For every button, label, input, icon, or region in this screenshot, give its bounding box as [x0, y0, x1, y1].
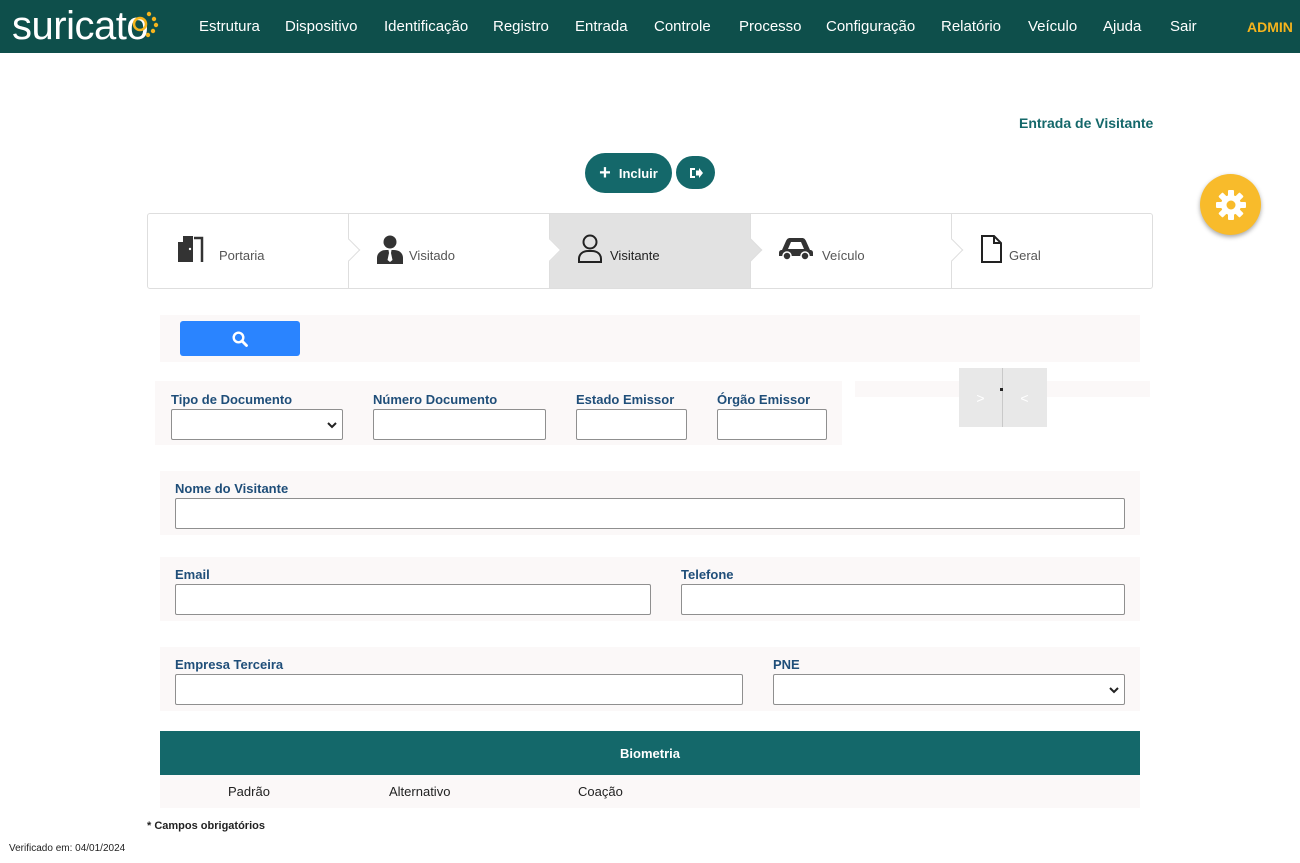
step-visitante[interactable]: Visitante [550, 214, 751, 288]
gear-icon [1215, 189, 1246, 220]
file-icon [981, 235, 1002, 263]
biometria-header: Biometria [160, 731, 1140, 775]
biometria-coacao[interactable]: Coação [578, 784, 623, 799]
next-button[interactable]: > [959, 368, 1002, 427]
wizard-steps: Portaria Visitado Visitante Veículo Gera… [147, 213, 1153, 289]
pne-label: PNE [773, 657, 800, 672]
step-veiculo[interactable]: Veículo [751, 214, 952, 288]
menu-relatorio[interactable]: Relatório [941, 18, 1001, 36]
tipo-documento-select[interactable] [171, 409, 343, 440]
chevron-down-icon [1109, 687, 1119, 694]
menu-estrutura[interactable]: Estrutura [199, 18, 260, 36]
search-button[interactable] [180, 321, 300, 356]
step-label-visitante: Visitante [610, 248, 660, 263]
email-input[interactable] [175, 584, 651, 615]
page-title: Entrada de Visitante [1019, 115, 1154, 131]
step-label-veiculo: Veículo [822, 248, 865, 263]
nome-visitante-label: Nome do Visitante [175, 481, 289, 496]
settings-fab[interactable] [1200, 174, 1261, 235]
chevron-down-icon [327, 422, 337, 429]
empresa-terceira-input[interactable] [175, 674, 743, 705]
biometria-options: Padrão Alternativo Coação [160, 775, 1140, 808]
biometria-alternativo[interactable]: Alternativo [389, 784, 450, 799]
search-icon [232, 330, 248, 347]
logo-text: suricato [12, 4, 149, 48]
telefone-label: Telefone [681, 567, 734, 582]
biometria-title: Biometria [620, 745, 680, 761]
step-label-geral: Geral [1009, 248, 1041, 263]
user-outline-icon [578, 234, 602, 263]
door-icon [178, 236, 204, 262]
plus-icon: + [599, 162, 611, 184]
sign-out-icon [689, 167, 703, 178]
estado-emissor-input[interactable] [576, 409, 687, 440]
empresa-terceira-label: Empresa Terceira [175, 657, 284, 672]
verified-date: Verificado em: 04/01/2024 [9, 843, 126, 854]
logo-dots-icon [132, 11, 159, 38]
step-label-portaria: Portaria [219, 248, 265, 263]
menu-veiculo[interactable]: Veículo [1028, 18, 1077, 36]
telefone-input[interactable] [681, 584, 1125, 615]
menu-registro[interactable]: Registro [493, 18, 549, 36]
step-geral[interactable]: Geral [952, 214, 1153, 288]
car-icon [779, 238, 813, 261]
exit-button[interactable] [676, 156, 715, 189]
suricato-logo[interactable]: suricato [12, 4, 149, 48]
orgao-emissor-label: Órgão Emissor [717, 392, 811, 407]
menu-configuracao[interactable]: Configuração [826, 18, 915, 36]
menu-processo[interactable]: Processo [739, 18, 802, 36]
estado-emissor-label: Estado Emissor [576, 392, 675, 407]
email-label: Email [175, 567, 210, 582]
pne-select[interactable] [773, 674, 1125, 705]
incluir-label: Incluir [618, 165, 658, 181]
numero-documento-label: Número Documento [373, 392, 498, 407]
menu-ajuda[interactable]: Ajuda [1103, 18, 1141, 36]
menu-sair[interactable]: Sair [1170, 18, 1197, 36]
step-visitado[interactable]: Visitado [349, 214, 550, 288]
step-label-visitado: Visitado [409, 248, 456, 263]
menu-controle[interactable]: Controle [654, 18, 711, 36]
menu-identificacao[interactable]: Identificação [384, 18, 468, 36]
menu-entrada[interactable]: Entrada [575, 18, 628, 36]
biometria-padrao[interactable]: Padrão [228, 784, 270, 799]
prev-button[interactable]: < [1003, 368, 1046, 427]
person-tie-icon [377, 235, 403, 264]
tipo-documento-label: Tipo de Documento [171, 392, 293, 407]
search-strip [160, 315, 1140, 362]
orgao-emissor-input[interactable] [717, 409, 827, 440]
nome-visitante-input[interactable] [175, 498, 1125, 529]
step-portaria[interactable]: Portaria [148, 214, 349, 288]
numero-documento-input[interactable] [373, 409, 546, 440]
menu-dispositivo[interactable]: Dispositivo [285, 18, 358, 36]
required-fields-note: * Campos obrigatórios [147, 820, 265, 832]
incluir-button[interactable]: + Incluir [585, 153, 672, 193]
top-navbar: suricato Estrutura Dispositivo Identific… [0, 0, 1300, 53]
user-name[interactable]: ADMIN [1247, 18, 1293, 36]
photo-navigator: > < [959, 368, 1047, 427]
